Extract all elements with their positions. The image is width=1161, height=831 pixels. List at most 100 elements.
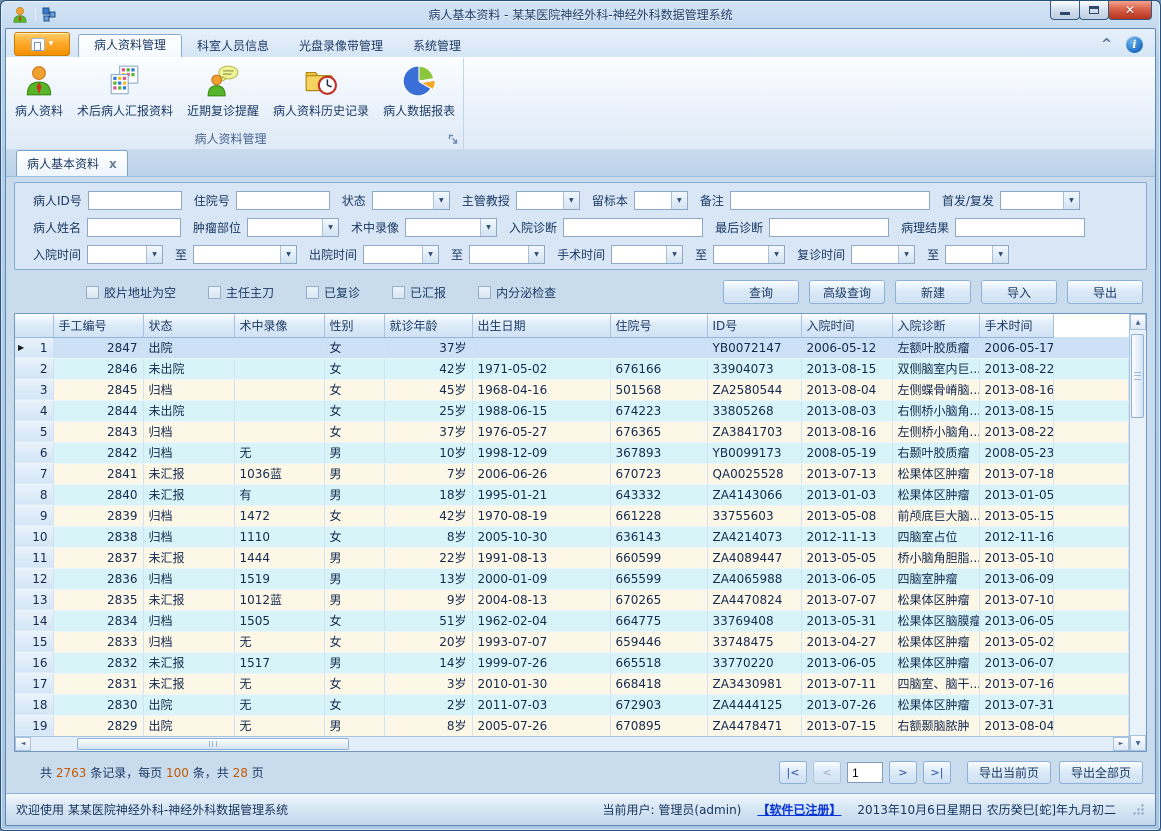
cell-id-no[interactable]: ZA4470824 bbox=[707, 589, 801, 610]
cell-manual-no[interactable]: 2840 bbox=[53, 484, 143, 505]
cell-video[interactable]: 有 bbox=[234, 484, 324, 505]
cell-birth[interactable]: 2004-08-13 bbox=[472, 589, 610, 610]
chevron-down-icon[interactable]: ▼ bbox=[480, 219, 496, 236]
cell-status[interactable]: 未汇报 bbox=[143, 463, 234, 484]
vertical-scroll-track[interactable] bbox=[1130, 330, 1146, 735]
scroll-left-button[interactable]: ◄ bbox=[15, 737, 31, 751]
page-input[interactable] bbox=[847, 762, 883, 783]
row-indicator[interactable]: 6 bbox=[15, 442, 53, 463]
cell-birth[interactable]: 1988-06-15 bbox=[472, 400, 610, 421]
cell-age[interactable]: 22岁 bbox=[384, 547, 472, 568]
cell-age[interactable]: 45岁 bbox=[384, 379, 472, 400]
export-button[interactable]: 导出 bbox=[1067, 280, 1143, 304]
chevron-down-icon[interactable]: ▼ bbox=[992, 246, 1008, 263]
checkbox-box[interactable] bbox=[392, 286, 405, 299]
cell-manual-no[interactable]: 2839 bbox=[53, 505, 143, 526]
checkbox-endocrine-exam[interactable]: 内分泌检查 bbox=[478, 284, 556, 301]
cell-diagnosis[interactable]: 松果体区肿瘤 bbox=[892, 463, 979, 484]
cell-birth[interactable]: 2005-10-30 bbox=[472, 526, 610, 547]
discharge-from-combo-value[interactable] bbox=[364, 246, 422, 263]
column-header-admit-diagnosis[interactable]: 入院诊断 bbox=[892, 314, 979, 337]
first-page-button[interactable]: |< bbox=[779, 761, 807, 784]
cell-birth[interactable]: 1998-12-09 bbox=[472, 442, 610, 463]
cell-admit-date[interactable]: 2013-01-03 bbox=[801, 484, 892, 505]
table-row[interactable]: 192829出院无男8岁2005-07-26670895ZA4478471201… bbox=[15, 715, 1129, 736]
cell-birth[interactable]: 2010-01-30 bbox=[472, 673, 610, 694]
ribbon-tab-disc-video-management[interactable]: 光盘录像带管理 bbox=[284, 36, 398, 57]
cell-admit-date[interactable]: 2013-07-11 bbox=[801, 673, 892, 694]
row-indicator[interactable]: 17 bbox=[15, 673, 53, 694]
cell-admit-date[interactable]: 2006-05-12 bbox=[801, 337, 892, 358]
cell-gender[interactable]: 男 bbox=[324, 463, 384, 484]
cell-diagnosis[interactable]: 右额颞脑脓肿 bbox=[892, 715, 979, 736]
cell-birth[interactable] bbox=[472, 337, 610, 358]
cell-video[interactable] bbox=[234, 400, 324, 421]
cell-birth[interactable]: 2006-06-26 bbox=[472, 463, 610, 484]
cell-birth[interactable]: 1970-08-19 bbox=[472, 505, 610, 526]
cell-manual-no[interactable]: 2843 bbox=[53, 421, 143, 442]
cell-age[interactable]: 13岁 bbox=[384, 568, 472, 589]
cell-video[interactable]: 无 bbox=[234, 673, 324, 694]
checkbox-box[interactable] bbox=[86, 286, 99, 299]
cell-manual-no[interactable]: 2846 bbox=[53, 358, 143, 379]
query-button[interactable]: 查询 bbox=[723, 280, 799, 304]
cell-status[interactable]: 未汇报 bbox=[143, 547, 234, 568]
quick-access-blocks-icon[interactable] bbox=[42, 7, 57, 22]
row-indicator[interactable]: 16 bbox=[15, 652, 53, 673]
cell-admit-date[interactable]: 2013-07-13 bbox=[801, 463, 892, 484]
checkbox-box[interactable] bbox=[208, 286, 221, 299]
cell-diagnosis[interactable]: 右侧桥小脑角... bbox=[892, 400, 979, 421]
cell-gender[interactable]: 男 bbox=[324, 589, 384, 610]
cell-id-no[interactable]: ZA4143066 bbox=[707, 484, 801, 505]
cell-inpatient-no[interactable]: 636143 bbox=[610, 526, 707, 547]
cell-inpatient-no[interactable]: 674223 bbox=[610, 400, 707, 421]
cell-video[interactable]: 无 bbox=[234, 442, 324, 463]
checkbox-chief-surgeon[interactable]: 主任主刀 bbox=[208, 284, 274, 301]
cell-gender[interactable]: 男 bbox=[324, 547, 384, 568]
cell-status[interactable]: 归档 bbox=[143, 631, 234, 652]
cell-inpatient-no[interactable] bbox=[610, 337, 707, 358]
discharge-from-combo[interactable]: ▼ bbox=[363, 245, 439, 264]
revisit-to-combo-value[interactable] bbox=[946, 246, 992, 263]
cell-gender[interactable]: 男 bbox=[324, 568, 384, 589]
cell-manual-no[interactable]: 2834 bbox=[53, 610, 143, 631]
cell-age[interactable]: 18岁 bbox=[384, 484, 472, 505]
row-indicator[interactable]: 19 bbox=[15, 715, 53, 736]
cell-diagnosis[interactable]: 松果体区肿瘤 bbox=[892, 589, 979, 610]
cell-status[interactable]: 未出院 bbox=[143, 400, 234, 421]
cell-inpatient-no[interactable]: 670723 bbox=[610, 463, 707, 484]
cell-surgery-date[interactable]: 2013-06-09 bbox=[979, 568, 1054, 589]
cell-surgery-date[interactable]: 2013-08-16 bbox=[979, 379, 1054, 400]
row-indicator[interactable]: 7 bbox=[15, 463, 53, 484]
horizontal-scroll-track[interactable] bbox=[31, 737, 1113, 751]
cell-age[interactable]: 42岁 bbox=[384, 358, 472, 379]
cell-surgery-date[interactable]: 2013-08-15 bbox=[979, 400, 1054, 421]
cell-surgery-date[interactable]: 2008-05-23 bbox=[979, 442, 1054, 463]
table-row[interactable]: 152833归档无女20岁1993-07-0765944633748475201… bbox=[15, 631, 1129, 652]
cell-birth[interactable]: 2005-07-26 bbox=[472, 715, 610, 736]
cell-diagnosis[interactable]: 四脑室肿瘤 bbox=[892, 568, 979, 589]
scroll-right-button[interactable]: ► bbox=[1113, 737, 1129, 751]
remark-input[interactable] bbox=[730, 191, 930, 210]
table-row[interactable]: 32845归档女45岁1968-04-16501568ZA25805442013… bbox=[15, 379, 1129, 400]
chevron-down-icon[interactable]: ▼ bbox=[1063, 192, 1079, 209]
cell-gender[interactable]: 男 bbox=[324, 442, 384, 463]
cell-admit-date[interactable]: 2013-07-15 bbox=[801, 715, 892, 736]
cell-id-no[interactable]: QA0025528 bbox=[707, 463, 801, 484]
cell-diagnosis[interactable]: 前颅底巨大脑... bbox=[892, 505, 979, 526]
cell-video[interactable]: 1036蓝 bbox=[234, 463, 324, 484]
row-indicator[interactable]: ▶1 bbox=[15, 337, 53, 358]
cell-admit-date[interactable]: 2012-11-13 bbox=[801, 526, 892, 547]
ribbon-tab-system-management[interactable]: 系统管理 bbox=[398, 36, 476, 57]
cell-status[interactable]: 未汇报 bbox=[143, 652, 234, 673]
cell-age[interactable]: 7岁 bbox=[384, 463, 472, 484]
first-recur-combo[interactable]: ▼ bbox=[1000, 191, 1080, 210]
cell-admit-date[interactable]: 2013-08-04 bbox=[801, 379, 892, 400]
table-row[interactable]: 72841未汇报1036蓝男7岁2006-06-26670723QA002552… bbox=[15, 463, 1129, 484]
cell-diagnosis[interactable]: 松果体区肿瘤 bbox=[892, 652, 979, 673]
vertical-scroll-thumb[interactable] bbox=[1131, 334, 1144, 418]
row-indicator[interactable]: 10 bbox=[15, 526, 53, 547]
cell-admit-date[interactable]: 2013-06-05 bbox=[801, 652, 892, 673]
pathology-result-input[interactable] bbox=[955, 218, 1085, 237]
revisit-from-combo[interactable]: ▼ bbox=[851, 245, 915, 264]
